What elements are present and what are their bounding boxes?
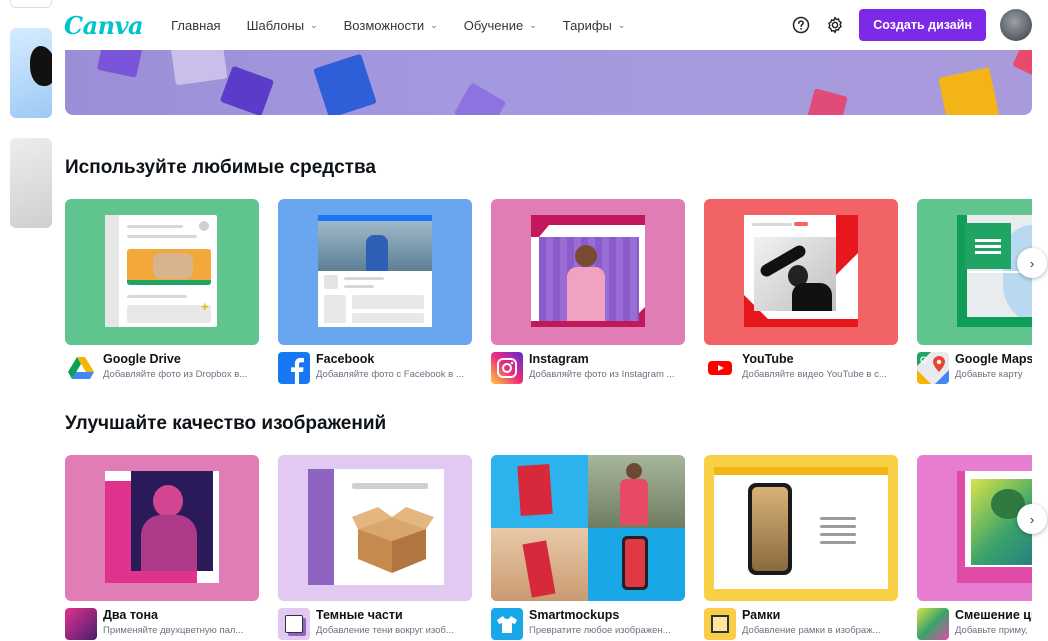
card-thumbnail[interactable]	[491, 199, 685, 345]
app-card-facebook[interactable]: Facebook Добавляйте фото с Facebook в ..…	[278, 199, 472, 384]
card-description: Добавляйте фото с Facebook в ...	[316, 369, 464, 380]
card-title: Смешение цв	[955, 608, 1032, 622]
card-thumbnail[interactable]	[491, 455, 685, 601]
integrations-carousel: + Google Drive Добавляйте фото из Dropbo…	[65, 199, 1032, 389]
create-design-button[interactable]: Создать дизайн	[859, 9, 986, 41]
side-panel-card-edge[interactable]	[10, 0, 52, 8]
facebook-icon	[278, 352, 310, 384]
chevron-down-icon: ⌄	[617, 19, 626, 30]
app-card-duotone[interactable]: Два тона Применяйте двухцветную пал...	[65, 455, 259, 640]
image-enhance-carousel: Два тона Применяйте двухцветную пал... Т…	[65, 455, 1032, 641]
google-drive-icon	[65, 352, 97, 384]
section-title-image-enhance: Улучшайте качество изображений	[65, 413, 387, 434]
hero-banner-image	[65, 50, 1032, 115]
youtube-icon	[704, 352, 736, 384]
help-icon[interactable]	[791, 15, 811, 35]
app-card-google-drive[interactable]: + Google Drive Добавляйте фото из Dropbo…	[65, 199, 259, 384]
side-panel-edge	[0, 0, 52, 641]
chevron-down-icon: ⌄	[529, 19, 537, 30]
card-thumbnail[interactable]	[917, 199, 1032, 345]
card-description: Добавление тени вокруг изоб...	[316, 625, 454, 636]
card-title: Facebook	[316, 352, 375, 366]
carousel-next-button[interactable]: ›	[1017, 248, 1047, 278]
card-thumbnail[interactable]	[278, 199, 472, 345]
top-navigation-bar: Canva Главная Шаблоны ⌄ Возможности ⌄ Обуч…	[52, 0, 1048, 50]
chevron-down-icon: ⌄	[430, 19, 438, 30]
card-title: Google Maps	[955, 352, 1032, 366]
chevron-right-icon: ›	[1029, 511, 1035, 527]
app-card-shadows[interactable]: Темные части Добавление тени вокруг изоб…	[278, 455, 472, 640]
nav-item-features[interactable]: Возможности ⌄	[344, 18, 438, 33]
card-thumbnail[interactable]	[65, 455, 259, 601]
app-card-frames[interactable]: Рамки Добавление рамки в изображ...	[704, 455, 898, 640]
nav-item-learn[interactable]: Обучение ⌄	[464, 18, 537, 33]
card-thumbnail[interactable]	[278, 455, 472, 601]
carousel-next-button[interactable]: ›	[1017, 504, 1047, 534]
side-panel-thumbnail[interactable]	[10, 28, 52, 118]
card-description: Добавьте приму,	[955, 625, 1028, 636]
card-description: Добавьте карту	[955, 369, 1023, 380]
section-title-integrations: Используйте любимые средства	[65, 157, 376, 178]
card-description: Добавляйте видео YouTube в с...	[742, 369, 887, 380]
card-description: Добавление рамки в изображ...	[742, 625, 881, 636]
nav-item-pricing[interactable]: Тарифы ⌄	[563, 18, 626, 33]
main-nav: Главная Шаблоны ⌄ Возможности ⌄ Обучение ⌄ …	[171, 18, 625, 33]
app-card-color-mix[interactable]: Смешение цв Добавьте приму,	[917, 455, 1032, 640]
card-title: Instagram	[529, 352, 589, 366]
nav-item-home[interactable]: Главная	[171, 18, 220, 33]
nav-item-templates[interactable]: Шаблоны ⌄	[247, 18, 318, 33]
color-mix-icon	[917, 608, 949, 640]
shadows-icon	[278, 608, 310, 640]
card-title: Google Drive	[103, 352, 181, 366]
gear-icon[interactable]	[825, 15, 845, 35]
canva-logo[interactable]: Canva	[64, 11, 144, 40]
card-thumbnail[interactable]	[704, 455, 898, 601]
header-tools: Создать дизайн	[791, 9, 1032, 41]
app-card-youtube[interactable]: YouTube Добавляйте видео YouTube в с...	[704, 199, 898, 384]
svg-text:G: G	[920, 355, 927, 365]
card-title: Smartmockups	[529, 608, 620, 622]
card-description: Добавляйте фото из Dropbox в...	[103, 369, 248, 380]
card-description: Применяйте двухцветную пал...	[103, 625, 244, 636]
card-thumbnail[interactable]: +	[65, 199, 259, 345]
card-title: Темные части	[316, 608, 403, 622]
card-title: Рамки	[742, 608, 781, 622]
card-description: Превратите любое изображен...	[529, 625, 671, 636]
app-card-instagram[interactable]: Instagram Добавляйте фото из Instagram .…	[491, 199, 685, 384]
card-description: Добавляйте фото из Instagram ...	[529, 369, 675, 380]
frames-icon	[704, 608, 736, 640]
instagram-icon	[491, 352, 523, 384]
chevron-down-icon: ⌄	[310, 19, 318, 30]
duotone-icon	[65, 608, 97, 640]
app-card-google-maps[interactable]: G Google Maps Добавьте карту	[917, 199, 1032, 384]
card-title: YouTube	[742, 352, 794, 366]
chevron-right-icon: ›	[1029, 255, 1035, 271]
card-thumbnail[interactable]	[917, 455, 1032, 601]
card-title: Два тона	[103, 608, 158, 622]
card-thumbnail[interactable]	[704, 199, 898, 345]
google-maps-icon: G	[917, 352, 949, 384]
user-avatar[interactable]	[1000, 9, 1032, 41]
canva-home-page: Canva Главная Шаблоны ⌄ Возможности ⌄ Обуч…	[0, 0, 1048, 641]
app-card-smartmockups[interactable]: Smartmockups Превратите любое изображен.…	[491, 455, 685, 640]
side-panel-thumbnail[interactable]	[10, 138, 52, 228]
smartmockups-icon	[491, 608, 523, 640]
